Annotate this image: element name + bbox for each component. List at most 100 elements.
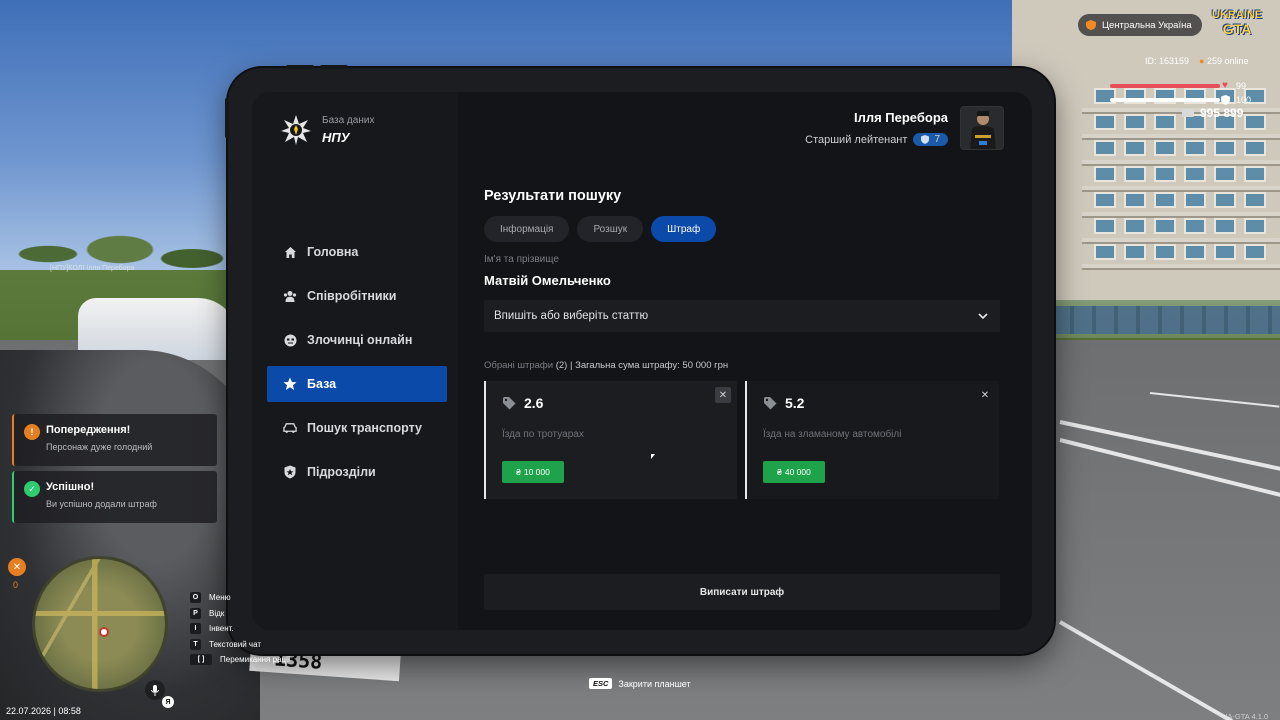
building-window [1094, 218, 1116, 234]
fine-price: 40 000 [784, 467, 811, 477]
hunger-indicator: ✕ [8, 558, 26, 576]
player-info: ID: 163159 ● 259 online [1145, 56, 1249, 66]
car-icon [283, 421, 297, 435]
name-label: Ім'я та прізвище [484, 254, 559, 265]
shield-icon [283, 465, 297, 479]
tablet-button [225, 98, 229, 138]
officer-name: Ілля Перебора [853, 110, 948, 125]
building-window [1094, 114, 1116, 130]
chevron-down-icon [978, 313, 988, 319]
key-cap: T [190, 638, 201, 650]
rank-badge: 7 [913, 133, 948, 146]
player-marker-icon [99, 627, 109, 637]
officer-profile: Ілля Перебора Старший лейтенант 7 [805, 106, 1004, 150]
key-hint: P Відк [190, 606, 290, 622]
mouse-cursor-icon [651, 454, 655, 459]
fine-price-badge: ₴ 40 000 [763, 461, 825, 483]
issue-fine-button[interactable]: Виписати штраф [484, 574, 1000, 610]
key-hints: O Меню P Відк I Інвент. T Текстовий чат [ ] П… [190, 590, 290, 668]
building-window [1184, 244, 1206, 260]
remove-fine-button[interactable]: ✕ [715, 387, 731, 403]
users-icon [283, 289, 297, 303]
sidebar-item-label: База [307, 377, 337, 391]
building-window [1094, 244, 1116, 260]
tablet-screen: База даних НПУ Головна Співробітники Зло… [252, 92, 1032, 630]
food-icon: ✕ [12, 561, 22, 573]
mask-icon [283, 333, 297, 347]
tablet-button [286, 65, 314, 69]
avatar [960, 106, 1004, 150]
fine-card: 5.2 Їзда на зламаному автомобілі ₴ 40 00… [745, 381, 999, 499]
building-window [1184, 166, 1206, 182]
sidebar-item-label: Підрозділи [307, 465, 376, 479]
notification-text: Ви успішно додали штраф [46, 499, 157, 509]
fine-card: 2.6 Їзда по тротуарах ₴ 10 000 ✕ [484, 381, 737, 499]
notification-title: Попередження! [46, 424, 131, 436]
key-cap: [ ] [190, 654, 212, 666]
building-window [1244, 218, 1266, 234]
close-icon: ✕ [718, 389, 728, 401]
summary-prefix: Обрані штрафи [484, 360, 554, 371]
sidebar-item-employees[interactable]: Співробітники [267, 278, 447, 314]
fine-price-badge: ₴ 10 000 [502, 461, 564, 483]
article-select[interactable]: Впишіть або виберіть статтю [484, 300, 1000, 332]
version-watermark: UA-GTA 4.1.0 [1222, 712, 1269, 720]
officer-rank-label: Старший лейтенант [805, 133, 908, 146]
tab-wanted[interactable]: Розшук [577, 216, 644, 242]
ground-player-label: [НПУ]КОЛІ Ілля Перебора [50, 265, 135, 272]
building-window [1214, 192, 1236, 208]
region-name: Центральна Україна [1102, 19, 1192, 31]
key-cap: I [190, 623, 201, 635]
health-bar [1110, 84, 1220, 88]
sidebar-item-database[interactable]: База [267, 366, 447, 402]
close-icon: ✕ [980, 389, 990, 401]
sidebar-item-label: Головна [307, 245, 359, 259]
game-logo-line-1: UKRAINE [1212, 9, 1263, 21]
voice-key-badge: Я [162, 696, 174, 708]
trees [0, 200, 240, 290]
officer-rank: Старший лейтенант 7 [805, 133, 948, 146]
building-window [1124, 140, 1146, 156]
remove-fine-button[interactable]: ✕ [977, 387, 993, 403]
page-title: Результати пошуку [484, 188, 622, 204]
building-window [1244, 166, 1266, 182]
fence [1052, 306, 1280, 334]
close-tablet-label: Закрити планшет [618, 678, 691, 689]
building-window [1154, 244, 1176, 260]
building-window [1124, 244, 1146, 260]
sidebar-item-criminals-online[interactable]: Злочинці онлайн [267, 322, 447, 358]
sidebar-item-vehicle-search[interactable]: Пошук транспорту [267, 410, 447, 446]
sidebar-item-home[interactable]: Головна [267, 234, 447, 270]
online-count: ● 259 online [1199, 56, 1249, 66]
fine-description: Їзда на зламаному автомобілі [763, 429, 902, 440]
game-logo-line-2: GTA [1222, 21, 1252, 37]
building-window [1244, 140, 1266, 156]
rank-level: 7 [934, 134, 940, 145]
building-window [1244, 192, 1266, 208]
key-hint: [ ] Перемикання рації [190, 652, 290, 668]
building-window [1124, 218, 1146, 234]
tab-information[interactable]: Інформація [484, 216, 570, 242]
cash-icon [1182, 109, 1194, 117]
building-window [1244, 114, 1266, 130]
sidebar-item-label: Співробітники [307, 289, 397, 303]
building-balcony [1082, 264, 1280, 270]
sidebar-item-label: Пошук транспорту [307, 421, 422, 435]
building-window [1154, 192, 1176, 208]
key-hint: O Меню [190, 590, 290, 606]
tab-fine[interactable]: Штраф [651, 216, 717, 242]
building-window [1214, 244, 1236, 260]
health-value: 99 [1236, 81, 1247, 91]
hryvnia-icon: ₴ [777, 467, 782, 477]
article-select-placeholder: Впишіть або виберіть статтю [494, 310, 649, 322]
notification-text: Персонаж дуже голодний [46, 442, 153, 452]
building-window [1094, 140, 1116, 156]
armor-bar [1110, 98, 1220, 102]
online-dot-icon: ● [1199, 56, 1205, 66]
sidebar-item-units[interactable]: Підрозділи [267, 454, 447, 490]
hunger-value: 0 [13, 580, 19, 590]
key-cap: P [190, 607, 201, 619]
microphone-button[interactable] [145, 680, 165, 700]
building-window [1094, 166, 1116, 182]
building-window [1184, 192, 1206, 208]
